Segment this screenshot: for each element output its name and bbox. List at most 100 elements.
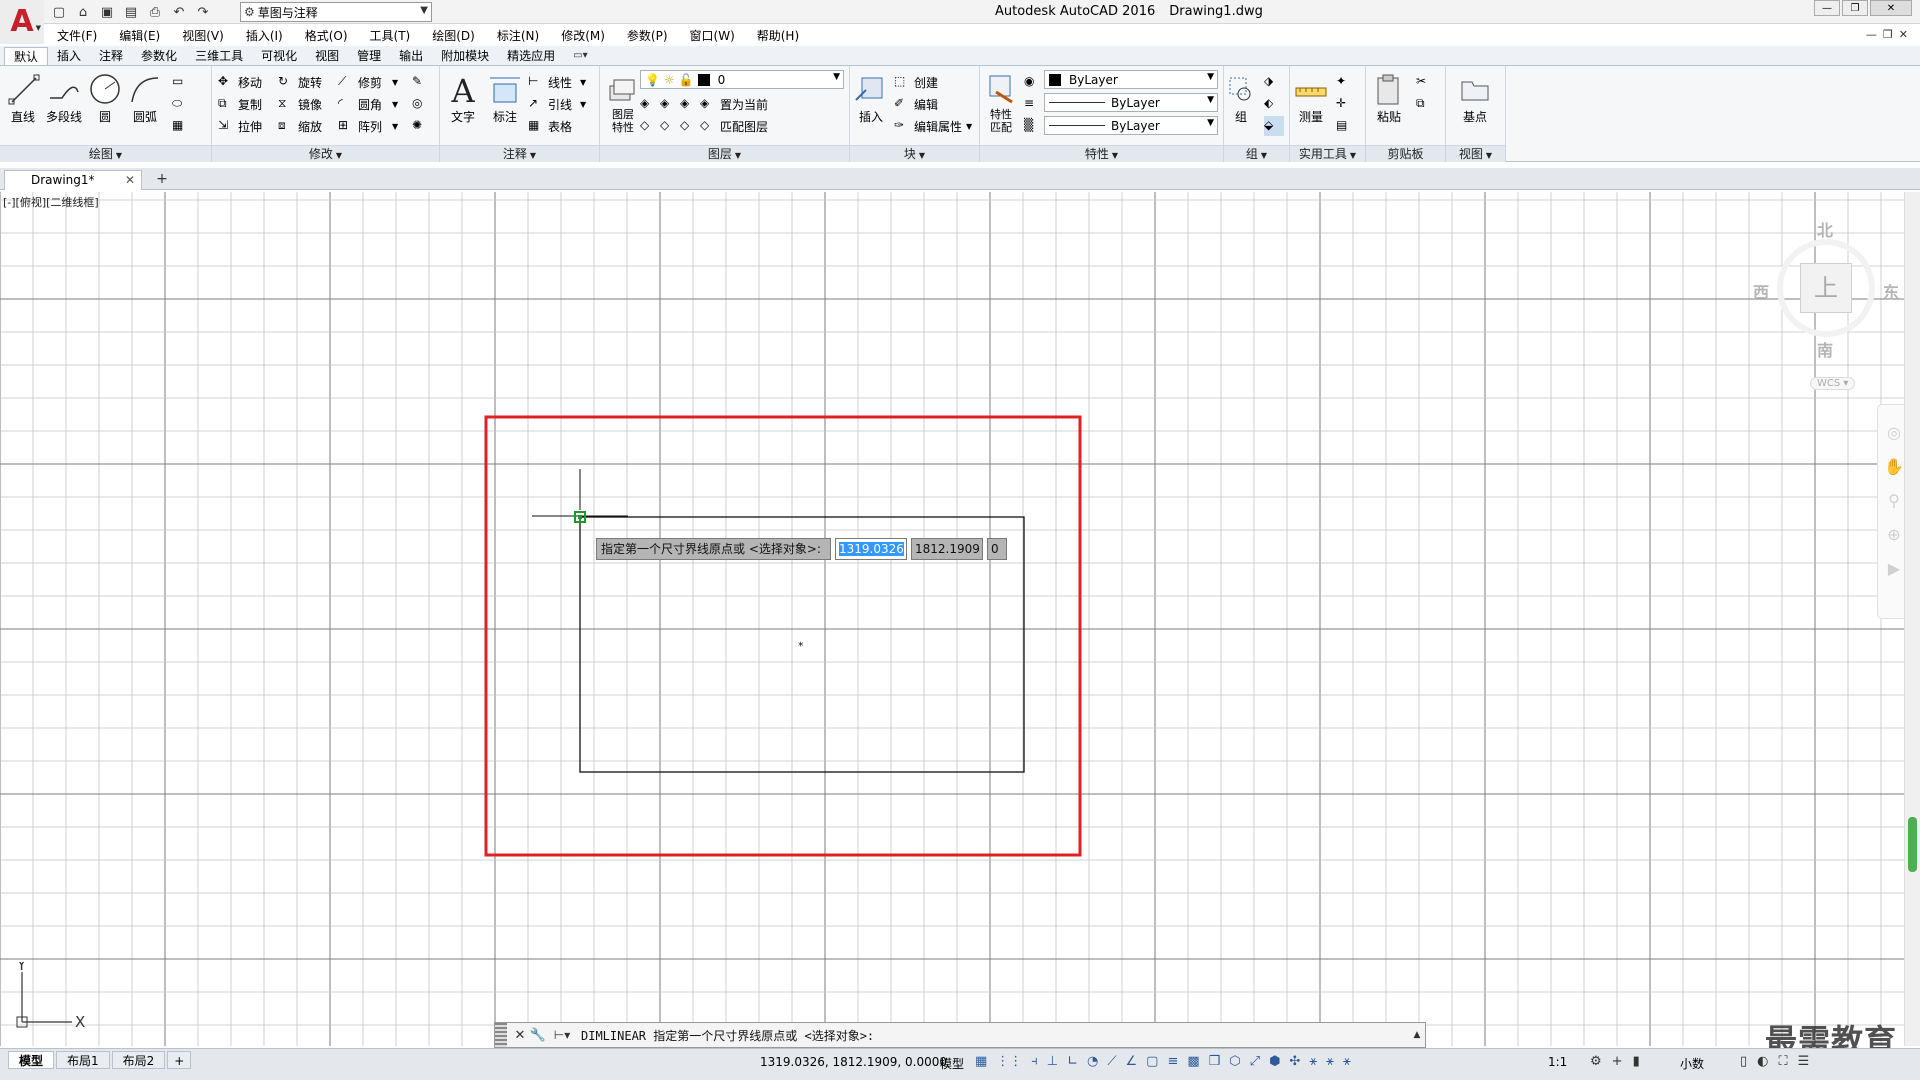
tab-visualize[interactable]: 可视化 bbox=[252, 47, 306, 65]
dynamic-input-z-field[interactable]: 0 bbox=[987, 538, 1007, 560]
print-icon[interactable]: ⎙ bbox=[146, 3, 164, 21]
dynamic-input-x-field[interactable]: 1319.0326 bbox=[835, 538, 907, 560]
menu-dimension[interactable]: 标注(N) bbox=[486, 27, 550, 44]
tab-featured-apps[interactable]: 精选应用 bbox=[498, 47, 564, 65]
viewcube[interactable]: 北 南 东 西 上 WCS ▾ bbox=[1753, 207, 1905, 390]
workspace-select[interactable]: ⚙ 草图与注释 ▼ bbox=[240, 2, 432, 22]
compass-south[interactable]: 南 bbox=[1817, 337, 1833, 361]
zoom-icon[interactable]: ⚲ bbox=[1884, 491, 1904, 511]
quick-properties-icon[interactable]: ▯ bbox=[1740, 1054, 1747, 1069]
menu-view[interactable]: 视图(V) bbox=[171, 27, 235, 44]
object-snap-icon[interactable]: ▢ bbox=[1146, 1054, 1158, 1069]
color-wheel-button[interactable]: ◉ bbox=[1024, 72, 1044, 92]
edit-attributes-button[interactable]: ✑ 编辑属性 ▼ bbox=[894, 116, 972, 136]
tab-manage[interactable]: 管理 bbox=[348, 47, 390, 65]
add-layout-button[interactable]: + bbox=[167, 1051, 192, 1069]
selection-filter-icon[interactable]: ⬢ bbox=[1269, 1054, 1280, 1069]
save-icon[interactable]: ▣ bbox=[98, 3, 116, 21]
measure-button[interactable]: 测量 bbox=[1292, 72, 1330, 125]
array-button[interactable]: ⊞ 阵列 ▼ bbox=[338, 116, 398, 136]
dynamic-ucs-icon[interactable]: ⤢ bbox=[1250, 1054, 1260, 1069]
application-menu-button[interactable]: A ▼ bbox=[0, 0, 44, 44]
tab-parametric[interactable]: 参数化 bbox=[132, 47, 186, 65]
grid-toggle-icon[interactable]: ▦ bbox=[975, 1054, 987, 1069]
group-select-toggle[interactable]: ⬙ bbox=[1264, 116, 1284, 136]
fillet-button[interactable]: ◜ 圆角 ▼ bbox=[338, 94, 398, 114]
layout-tab-model[interactable]: 模型 bbox=[8, 1051, 55, 1069]
ungroup-button[interactable]: ⬗ bbox=[1264, 72, 1284, 92]
tab-view[interactable]: 视图 bbox=[306, 47, 348, 65]
match-layer-button[interactable]: 匹配图层 bbox=[720, 118, 768, 135]
line-button[interactable]: 直线 bbox=[4, 72, 42, 125]
menu-file[interactable]: 文件(F) bbox=[46, 27, 108, 44]
layer-on-icon[interactable]: ◇ bbox=[660, 118, 676, 134]
dynamic-input-y-field[interactable]: 1812.1909 bbox=[911, 538, 983, 560]
insert-block-button[interactable]: 插入 bbox=[852, 72, 890, 125]
copy-clip-button[interactable]: ⧉ bbox=[1416, 94, 1436, 114]
panel-modify-label[interactable]: 修改 ▼ bbox=[212, 145, 439, 162]
chevron-up-icon[interactable]: ▲ bbox=[1409, 1030, 1425, 1040]
ellipse-button[interactable]: ⬭ bbox=[172, 94, 192, 114]
explode-button[interactable]: ✺ bbox=[412, 116, 432, 136]
panel-draw-label[interactable]: 绘图 ▼ bbox=[0, 145, 211, 162]
menu-format[interactable]: 格式(O) bbox=[294, 27, 359, 44]
annotation-visibility-icon[interactable]: ⚹ bbox=[1309, 1054, 1317, 1069]
group-button[interactable]: 组 bbox=[1226, 72, 1256, 125]
scale-button[interactable]: ⧈ 缩放 bbox=[278, 116, 322, 136]
new-tab-button[interactable]: + bbox=[152, 172, 172, 188]
base-point-button[interactable]: 基点 bbox=[1456, 72, 1494, 125]
menu-window[interactable]: 窗口(W) bbox=[679, 27, 746, 44]
erase-button[interactable]: ✎ bbox=[412, 72, 432, 92]
model-space-button[interactable]: 模型 bbox=[940, 1055, 964, 1072]
dimension-button[interactable]: 标注 bbox=[486, 72, 524, 125]
menu-tools[interactable]: 工具(T) bbox=[359, 27, 422, 44]
gear-icon[interactable]: ⚙ bbox=[1590, 1054, 1602, 1069]
layer-freeze-icon[interactable]: ◈ bbox=[680, 96, 696, 112]
selection-cycling-icon[interactable]: ❒ bbox=[1209, 1054, 1221, 1069]
layer-unlock-icon[interactable]: ◇ bbox=[700, 118, 716, 134]
menu-help[interactable]: 帮助(H) bbox=[746, 27, 810, 44]
tab-output[interactable]: 输出 bbox=[390, 47, 432, 65]
clean-screen-icon[interactable]: ⛶ bbox=[1779, 1054, 1788, 1069]
lineweight-button[interactable]: ≡ bbox=[1024, 94, 1044, 114]
set-current-button[interactable]: 置为当前 bbox=[720, 96, 768, 113]
isolate-objects-icon[interactable]: ◐ bbox=[1757, 1054, 1768, 1069]
table-button[interactable]: ▦ 表格 bbox=[528, 116, 572, 136]
layer-properties-button[interactable]: 图层 特性 bbox=[604, 72, 642, 134]
isodraft-icon[interactable]: ⟋ bbox=[1107, 1054, 1116, 1069]
ribbon-toggle-icon[interactable]: ▭▾ bbox=[564, 47, 596, 65]
color-select[interactable]: ByLayer ▼ bbox=[1044, 70, 1218, 89]
hatch-button[interactable]: ▦ bbox=[172, 116, 192, 136]
rotate-button[interactable]: ↻ 旋转 bbox=[278, 72, 322, 92]
3d-osnap-icon[interactable]: ⬡ bbox=[1229, 1054, 1240, 1069]
tab-home[interactable]: 默认 bbox=[4, 47, 49, 65]
transparency-icon[interactable]: ▩ bbox=[1187, 1054, 1199, 1069]
scrollbar-thumb[interactable] bbox=[1908, 817, 1917, 872]
quick-select-button[interactable]: ✦ bbox=[1336, 72, 1356, 92]
command-line-grip[interactable] bbox=[495, 1023, 507, 1047]
rectangle-button[interactable]: ▭ bbox=[172, 72, 192, 92]
layer-off-icon[interactable]: ◈ bbox=[660, 96, 676, 112]
infer-constraints-icon[interactable]: ⫞ bbox=[1031, 1054, 1038, 1069]
auto-scale-icon[interactable]: ⚹ bbox=[1326, 1054, 1334, 1069]
panel-clipboard-label[interactable]: 剪贴板 bbox=[1366, 145, 1445, 162]
panel-layers-label[interactable]: 图层 ▼ bbox=[600, 145, 849, 162]
panel-view-label[interactable]: 视图 ▼ bbox=[1446, 145, 1505, 162]
trim-button[interactable]: ⟋ 修剪 ▼ bbox=[338, 72, 398, 92]
lineweight-display-icon[interactable]: ≡ bbox=[1167, 1054, 1178, 1069]
close-button[interactable]: ✕ bbox=[1870, 0, 1912, 16]
panel-annotation-label[interactable]: 注释 ▼ bbox=[440, 145, 599, 162]
layout-tab-layout1[interactable]: 布局1 bbox=[56, 1051, 110, 1069]
layer-lock-icon[interactable]: ◈ bbox=[700, 96, 716, 112]
ortho-icon[interactable]: ∟ bbox=[1067, 1054, 1078, 1069]
tab-insert[interactable]: 插入 bbox=[48, 47, 90, 65]
close-icon[interactable]: ✕ bbox=[125, 171, 135, 189]
layer-thaw-icon[interactable]: ◇ bbox=[680, 118, 696, 134]
point-button[interactable]: ✛ bbox=[1336, 94, 1356, 114]
menu-insert[interactable]: 插入(I) bbox=[235, 27, 294, 44]
leader-button[interactable]: ↗ 引线 ▼ bbox=[528, 94, 586, 114]
customization-icon[interactable]: ☰ bbox=[1798, 1054, 1810, 1069]
compass-east[interactable]: 东 bbox=[1883, 279, 1899, 303]
wcs-menu[interactable]: WCS ▾ bbox=[1810, 377, 1856, 390]
copy-button[interactable]: ⧉ 复制 bbox=[218, 94, 262, 114]
